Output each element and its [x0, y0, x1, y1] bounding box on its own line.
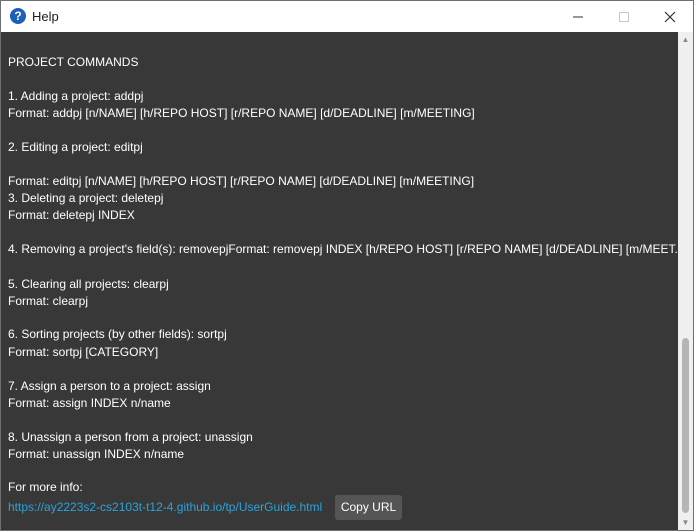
user-guide-link[interactable]: https://ay2223s2-cs2103t-t12-4.github.io…: [8, 500, 322, 514]
command-format: Format: deletepj INDEX: [8, 208, 135, 222]
command-title: 3. Deleting a project: deletepj: [8, 191, 164, 205]
close-button[interactable]: [647, 1, 693, 32]
command-format: Format: editpj [n/NAME] [h/REPO HOST] [r…: [8, 174, 475, 188]
close-icon: [664, 11, 676, 23]
command-format: Format: sortpj [CATEGORY]: [8, 345, 159, 359]
command-format: Format: addpj [n/NAME] [h/REPO HOST] [r/…: [8, 106, 475, 120]
vertical-scrollbar[interactable]: ▲ ▼: [678, 32, 693, 530]
section-heading: PROJECT COMMANDS: [8, 55, 139, 69]
help-window: ? Help PROJECT COMMANDS 1. Adding a proj…: [0, 0, 694, 531]
minimize-icon: [573, 16, 583, 18]
minimize-button[interactable]: [555, 1, 601, 32]
command-title: 5. Clearing all projects: clearpj: [8, 277, 169, 291]
command-title: 2. Editing a project: editpj: [8, 140, 143, 154]
command-title: 4. Removing a project's field(s): remove…: [8, 242, 678, 256]
window-title: Help: [32, 9, 59, 24]
command-title: 6. Sorting projects (by other fields): s…: [8, 327, 227, 341]
scroll-down-icon[interactable]: ▼: [678, 515, 693, 530]
maximize-icon: [619, 12, 629, 22]
help-icon: ?: [10, 8, 26, 24]
scroll-up-icon[interactable]: ▲: [678, 32, 693, 47]
command-format: Format: assign INDEX n/name: [8, 396, 171, 410]
help-content[interactable]: PROJECT COMMANDS 1. Adding a project: ad…: [2, 32, 678, 530]
more-info-label: For more info:: [8, 480, 83, 494]
maximize-button[interactable]: [601, 1, 647, 32]
command-format: Format: clearpj: [8, 294, 89, 308]
command-format: Format: unassign INDEX n/name: [8, 447, 185, 461]
command-title: 8. Unassign a person from a project: una…: [8, 430, 253, 444]
title-bar[interactable]: ? Help: [1, 1, 693, 32]
scrollbar-thumb[interactable]: [682, 338, 689, 513]
command-title: 1. Adding a project: addpj: [8, 89, 144, 103]
copy-url-button[interactable]: Copy URL: [335, 495, 402, 520]
command-title: 7. Assign a person to a project: assign: [8, 379, 211, 393]
